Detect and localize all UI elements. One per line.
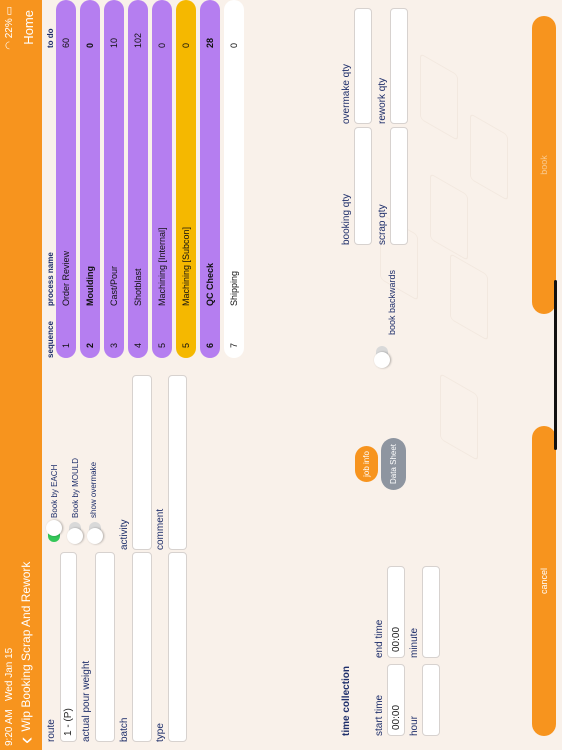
bg-hex: [450, 253, 488, 341]
screen: 9:20 AM Wed Jan 15 ◠ 22% ▭ ‹ Wip Booking…: [0, 0, 562, 750]
row-seq: 4: [133, 342, 143, 348]
row-name: Shipping: [229, 270, 239, 306]
show-overmake-toggle[interactable]: [89, 522, 101, 542]
activity-input[interactable]: [132, 375, 152, 550]
route-label: route: [46, 719, 57, 742]
row-todo: 10: [109, 37, 119, 48]
home-button[interactable]: Home: [21, 10, 36, 45]
row-seq: 6: [205, 342, 215, 348]
row-seq: 5: [157, 342, 167, 348]
row-seq: 3: [109, 342, 119, 348]
chevron-left-icon: ‹: [13, 736, 38, 744]
page-title: Wip Booking Scrap And Rework: [19, 561, 33, 732]
book-backwards-toggle[interactable]: [376, 346, 388, 366]
row-name: QC Check: [205, 262, 215, 306]
overmake-qty-input[interactable]: [354, 8, 372, 124]
process-row[interactable]: 4 Shotblast 102: [128, 0, 148, 358]
overmake-qty-label: overmake qty: [341, 63, 352, 124]
book-backwards-label: book backwards: [387, 269, 397, 335]
book-by-each-label: Book by EACH: [50, 464, 59, 518]
row-todo: 0: [181, 42, 191, 48]
hour-input[interactable]: [422, 664, 440, 736]
row-name: Order Review: [61, 250, 71, 306]
scrap-qty-label: scrap qty: [377, 204, 388, 245]
bg-hex: [420, 53, 458, 141]
sequence-header: sequence: [46, 321, 55, 358]
process-row[interactable]: 1 Order Review 60: [56, 0, 76, 358]
type-input[interactable]: [168, 552, 187, 742]
process-row[interactable]: 7 Shipping 0: [224, 0, 244, 358]
process-row[interactable]: 6 QC Check 28: [200, 0, 220, 358]
actual-pour-weight-input[interactable]: [95, 552, 115, 742]
show-overmake-label: show overmake: [89, 461, 98, 518]
bg-hex: [470, 113, 508, 201]
row-seq: 7: [229, 342, 239, 348]
job-info-button[interactable]: job info: [355, 446, 378, 482]
process-row[interactable]: 2 Moulding 0: [80, 0, 100, 358]
booking-qty-label: booking qty: [341, 193, 352, 245]
hour-label: hour: [409, 715, 420, 736]
route-select[interactable]: 1 - (P): [60, 552, 77, 742]
bg-hex: [430, 173, 468, 261]
time-collection-title: time collection: [341, 665, 352, 736]
start-time-input[interactable]: 00:00: [387, 664, 405, 736]
actual-pour-weight-label: actual pour weight: [81, 660, 92, 742]
row-seq: 5: [181, 342, 191, 348]
row-todo: 0: [85, 42, 95, 48]
row-name: Cast/Pour: [109, 265, 119, 306]
scrap-qty-input[interactable]: [390, 127, 408, 245]
book-by-mould-label: Book by MOULD: [71, 457, 80, 518]
row-seq: 1: [61, 342, 71, 348]
book-button[interactable]: book: [532, 16, 556, 314]
comment-input[interactable]: [168, 375, 187, 550]
row-name: Machining [Subcon]: [181, 226, 191, 306]
book-by-each-toggle[interactable]: [48, 522, 60, 542]
process-name-header: process name: [46, 252, 55, 306]
book-by-mould-toggle[interactable]: [69, 522, 81, 542]
minute-label: minute: [409, 627, 420, 658]
comment-label: comment: [155, 508, 166, 550]
type-label: type: [155, 723, 166, 742]
row-seq: 2: [85, 342, 95, 348]
row-todo: 60: [61, 37, 71, 48]
rework-qty-label: rework qty: [377, 77, 388, 124]
row-name: Moulding: [85, 266, 95, 306]
data-sheet-button[interactable]: Data Sheet: [381, 438, 406, 490]
back-button[interactable]: ‹ Wip Booking Scrap And Rework: [13, 561, 38, 744]
to-do-header: to do: [46, 28, 55, 48]
process-row[interactable]: 3 Cast/Pour 10: [104, 0, 124, 358]
row-todo: 0: [229, 42, 239, 48]
nav-bar: ‹ Wip Booking Scrap And Rework Home: [13, 0, 42, 750]
cancel-button[interactable]: cancel: [532, 426, 556, 736]
row-todo: 102: [133, 32, 143, 48]
process-row[interactable]: 5 Machining [Subcon] 0: [176, 0, 196, 358]
row-todo: 0: [157, 42, 167, 48]
row-name: Shotblast: [133, 268, 143, 306]
activity-label: activity: [119, 519, 130, 550]
batch-label: batch: [119, 717, 130, 742]
start-time-label: start time: [374, 694, 385, 736]
home-indicator: [554, 280, 557, 450]
minute-input[interactable]: [422, 566, 440, 658]
row-todo: 28: [205, 37, 215, 48]
booking-qty-input[interactable]: [354, 127, 372, 245]
row-name: Machining [Internal]: [157, 227, 167, 306]
end-time-input[interactable]: 00:00: [387, 566, 405, 658]
rework-qty-input[interactable]: [390, 8, 408, 124]
batch-input[interactable]: [132, 552, 152, 742]
process-row[interactable]: 5 Machining [Internal] 0: [152, 0, 172, 358]
end-time-label: end time: [374, 619, 385, 658]
bg-hex: [440, 373, 478, 461]
